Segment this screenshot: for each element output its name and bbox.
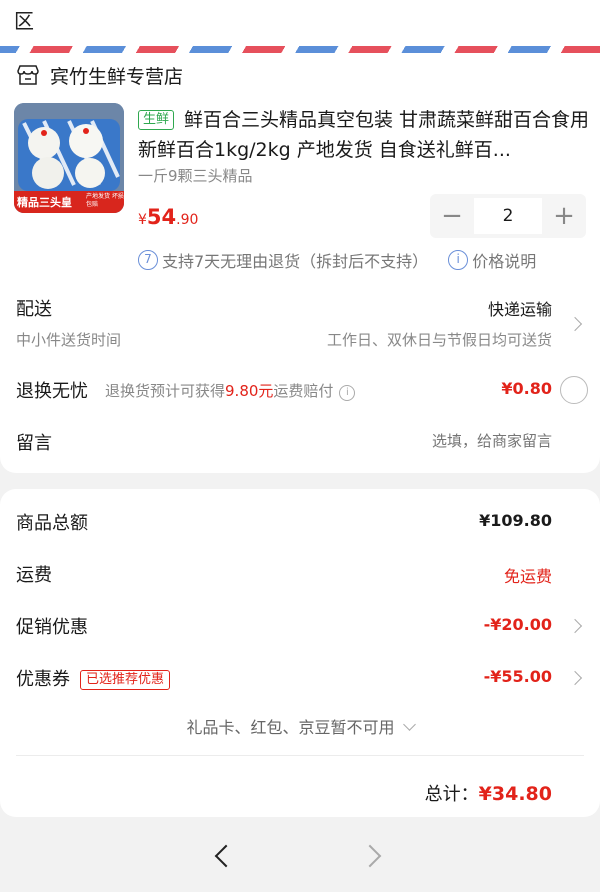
product-title-text: 鲜百合三头精品真空包装 甘肃蔬菜鲜甜百合食用新鲜百合1kg/2kg 产地发货 自… (138, 109, 590, 161)
return-insurance-radio[interactable] (560, 376, 588, 404)
product-spec: 一斤9颗三头精品 (138, 167, 253, 185)
chevron-right-icon (567, 316, 583, 332)
delivery-time: 工作日、双休日与节假日均可送货 (326, 331, 552, 349)
delivery-sub: 中小件送货时间 (16, 331, 122, 349)
return-desc-amount: 9.80元 (225, 382, 274, 400)
price-decimal: .90 (176, 212, 199, 228)
note-label: 留言 (16, 433, 52, 454)
increase-button[interactable]: + (542, 201, 586, 231)
return-insurance-desc: 退换货预计可获得9.80元运费赔付 i (105, 380, 356, 401)
delivery-label: 配送 (16, 299, 52, 320)
price-summary-card: 商品总额 ¥109.80 运费 免运费 促销优惠 -¥20.00 优惠券 已选推荐… (0, 489, 600, 817)
forward-arrow-icon[interactable] (358, 844, 382, 868)
coupon-row[interactable]: 优惠券 已选推荐优惠 -¥55.00 (0, 653, 600, 697)
header-partial-text: 区 (14, 9, 34, 33)
store-icon (17, 65, 39, 85)
promotion-label: 促销优惠 (16, 617, 88, 638)
goods-total-value: ¥109.80 (479, 511, 552, 530)
price-currency: ¥ (138, 212, 147, 228)
price-explanation-link[interactable]: 价格说明 (472, 248, 536, 272)
coupon-label-text: 优惠券 (16, 669, 70, 690)
return-desc-post: 运费赔付 (273, 382, 334, 400)
promotion-value: -¥20.00 (483, 615, 552, 634)
promotion-row[interactable]: 促销优惠 -¥20.00 (0, 601, 600, 645)
seven-day-return-icon: 7 (138, 250, 158, 270)
coupon-selected-tag: 已选推荐优惠 (80, 670, 171, 690)
back-arrow-icon[interactable] (214, 844, 238, 868)
return-insurance-price: ¥0.80 (501, 379, 552, 398)
return-insurance-label: 退换无忧 (16, 381, 88, 402)
return-policy-text: 支持7天无理由退货（拆封后不支持） (162, 252, 429, 271)
decrease-button[interactable]: − (430, 201, 474, 231)
product-price: ¥54.90 (138, 205, 198, 229)
service-promise[interactable]: 7 支持7天无理由退货（拆封后不支持） i 价格说明 (138, 248, 536, 272)
product-image-label: 精品三头皇 (17, 196, 72, 209)
total-label: 总计： (424, 784, 479, 805)
shipping-label: 运费 (16, 565, 52, 586)
quantity-value[interactable]: 2 (474, 198, 542, 234)
airmail-stripe (0, 46, 600, 53)
browser-nav-bar (0, 822, 600, 892)
price-integer: 54 (146, 205, 177, 229)
order-item-card: 宾竹生鲜专营店 精品三头皇 产地发货 坏损包赔 生鲜 鲜百合三头精品真空包装 甘肃… (0, 53, 600, 473)
shipping-row: 运费 免运费 (0, 549, 600, 593)
fresh-tag: 生鲜 (138, 110, 175, 130)
info-icon: i (448, 250, 469, 270)
shop-header[interactable]: 宾竹生鲜专营店 (16, 61, 183, 89)
chevron-right-icon (567, 670, 583, 686)
order-total: 总计：¥34.80 (425, 780, 552, 806)
top-header: 区 (0, 0, 600, 46)
note-input[interactable] (252, 432, 552, 450)
return-desc-pre: 退换货预计可获得 (105, 382, 226, 400)
total-value: ¥34.80 (478, 783, 552, 805)
info-icon[interactable]: i (339, 385, 356, 401)
delivery-method: 快递运输 (487, 300, 552, 319)
quantity-stepper[interactable]: − 2 + (430, 194, 586, 238)
product-title[interactable]: 生鲜 鲜百合三头精品真空包装 甘肃蔬菜鲜甜百合食用新鲜百合1kg/2kg 产地发货… (138, 105, 590, 165)
delivery-row[interactable]: 配送 中小件送货时间 快递运输 工作日、双休日与节假日均可送货 (0, 291, 600, 351)
goods-total-label: 商品总额 (16, 513, 88, 534)
shop-name: 宾竹生鲜专营店 (50, 65, 184, 88)
divider (16, 755, 584, 756)
chevron-right-icon (567, 618, 583, 634)
shipping-value: 免运费 (503, 567, 552, 586)
unavailable-text: 礼品卡、红包、京豆暂不可用 (186, 718, 395, 737)
product-image[interactable]: 精品三头皇 产地发货 坏损包赔 (14, 103, 124, 213)
unavailable-payments[interactable]: 礼品卡、红包、京豆暂不可用 (0, 714, 600, 738)
coupon-value: -¥55.00 (483, 667, 552, 686)
product-image-sublabel: 产地发货 坏损包赔 (86, 193, 124, 208)
chevron-down-icon (402, 718, 416, 731)
coupon-label: 优惠券 已选推荐优惠 (16, 665, 171, 691)
